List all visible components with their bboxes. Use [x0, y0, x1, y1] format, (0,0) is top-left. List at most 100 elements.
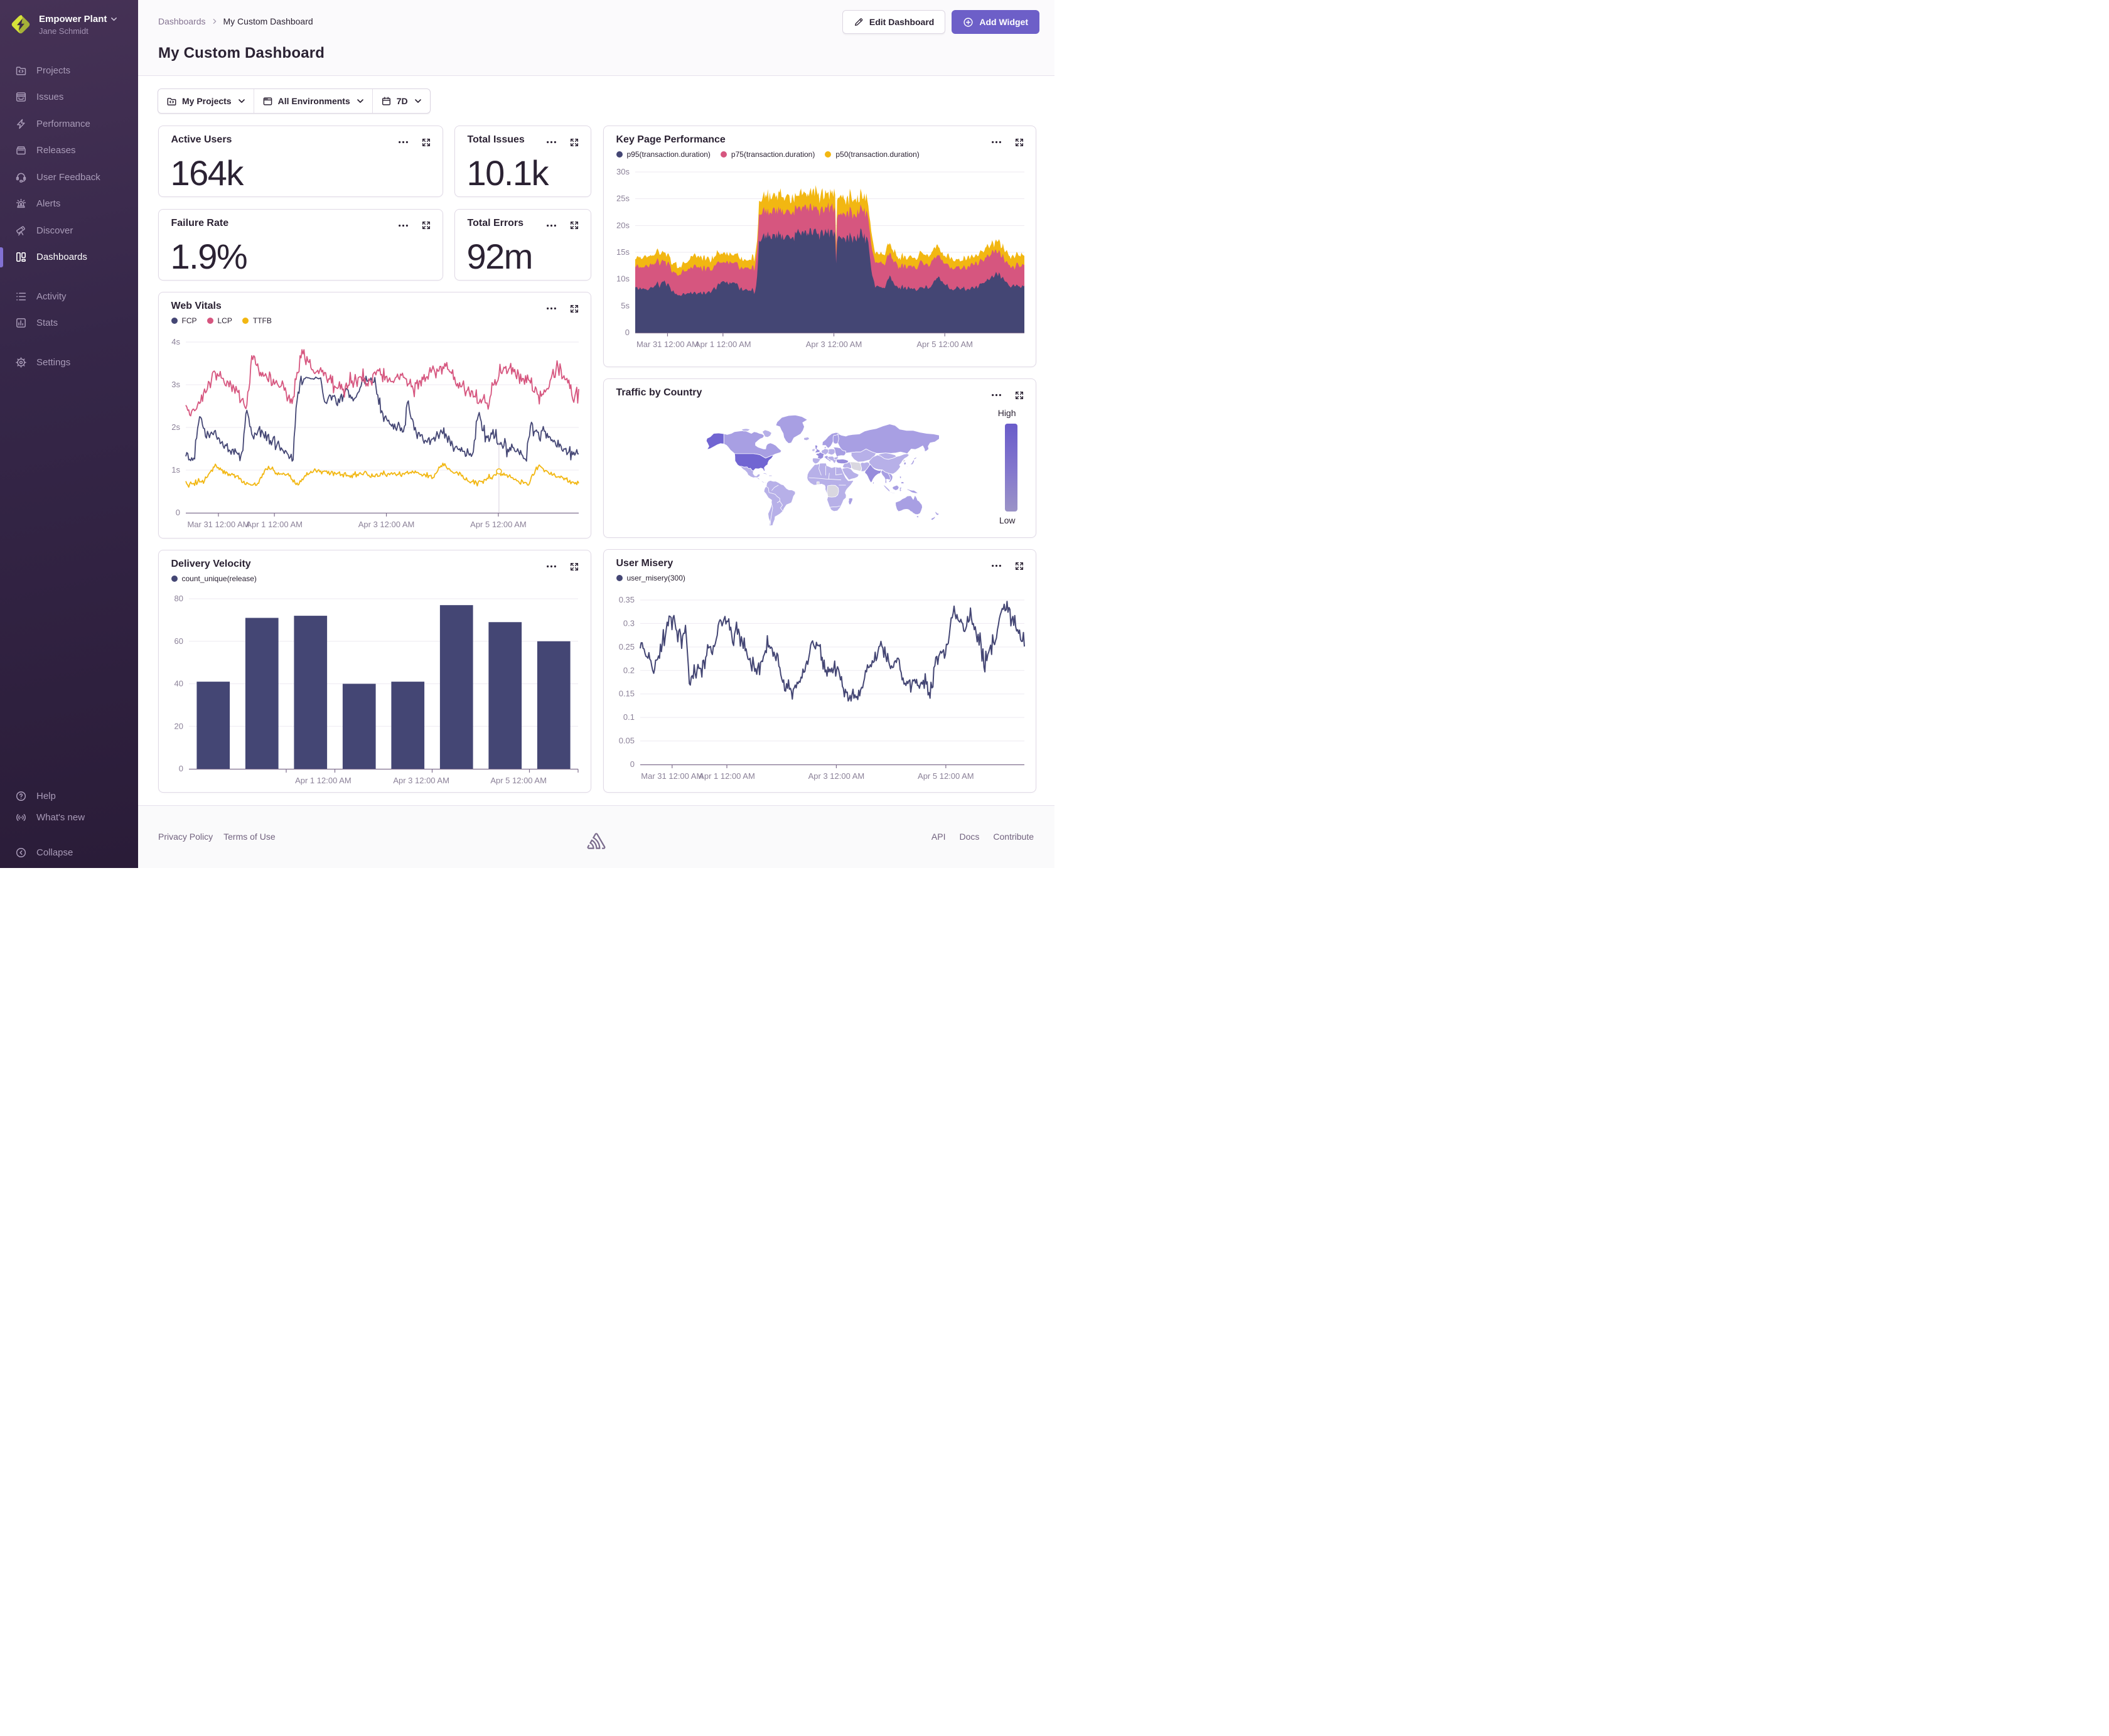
bar[interactable]	[245, 618, 279, 769]
line-series[interactable]	[185, 463, 579, 488]
map-region-madagascar[interactable]	[847, 497, 853, 505]
map-region-sri-lanka[interactable]	[872, 481, 874, 485]
map-region-sulawesi[interactable]	[899, 486, 903, 492]
sentry-logo[interactable]	[587, 833, 606, 849]
map-region-cuba[interactable]	[761, 473, 768, 475]
bar[interactable]	[390, 682, 424, 769]
map-region-south-korea[interactable]	[903, 461, 906, 466]
sidebar-item-performance[interactable]: Performance	[0, 110, 138, 137]
widget-expand-icon[interactable]	[1014, 390, 1024, 400]
map-region-central-europe[interactable]	[827, 448, 835, 456]
map-region-central-america[interactable]	[756, 477, 767, 483]
bar[interactable]	[488, 622, 522, 769]
widget-expand-icon[interactable]	[569, 220, 579, 230]
map-region-australia[interactable]	[894, 495, 923, 515]
map-region-japan-kyushu[interactable]	[905, 465, 908, 468]
bar[interactable]	[196, 682, 230, 769]
map-region-sumatra[interactable]	[883, 484, 891, 492]
sidebar-item-projects[interactable]: Projects	[0, 57, 138, 84]
widget-expand-icon[interactable]	[421, 220, 431, 230]
breadcrumb: Dashboards My Custom Dashboard	[158, 16, 313, 26]
map-region-hispaniola[interactable]	[768, 474, 773, 477]
widget-expand-icon[interactable]	[421, 137, 431, 147]
bar[interactable]	[439, 605, 473, 769]
line-series[interactable]	[639, 601, 1025, 702]
map-region-borneo[interactable]	[891, 485, 899, 491]
sidebar-item-issues[interactable]: Issues	[0, 84, 138, 111]
docs-link[interactable]: Docs	[960, 832, 980, 842]
map-region-ghana[interactable]	[816, 481, 820, 485]
map-region-japan-hokkaido[interactable]	[913, 457, 917, 460]
widget-menu-ellipsis-icon[interactable]	[545, 220, 557, 232]
sidebar-item-dashboards[interactable]: Dashboards	[0, 244, 138, 271]
map-region-victoria-is[interactable]	[741, 428, 750, 432]
map-region-central-africa[interactable]	[826, 485, 839, 498]
map-region-russia[interactable]	[837, 424, 940, 454]
line-series[interactable]	[185, 375, 579, 462]
widget-traffic-by-country[interactable]: Traffic by Country High Low	[603, 378, 1036, 538]
map-region-ireland[interactable]	[811, 448, 815, 452]
api-link[interactable]: API	[931, 832, 946, 842]
y-axis-label: 10s	[616, 274, 630, 284]
map-region-denmark[interactable]	[824, 446, 827, 449]
sidebar-item-activity[interactable]: Activity	[0, 283, 138, 310]
map-region-united-kingdom[interactable]	[814, 444, 820, 453]
add-widget-button[interactable]: Add Widget	[952, 10, 1039, 34]
y-axis-label: 80	[174, 594, 183, 603]
map-region-mindanao[interactable]	[900, 481, 904, 484]
contribute-link[interactable]: Contribute	[993, 832, 1034, 842]
terms-of-use-link[interactable]: Terms of Use	[223, 832, 275, 842]
widget-header: Total Errors	[468, 218, 579, 232]
map-legend-low-label: Low	[999, 515, 1016, 525]
breadcrumb-dashboards[interactable]: Dashboards	[158, 16, 206, 26]
sidebar-item-alerts[interactable]: Alerts	[0, 191, 138, 218]
sidebar-item-stats[interactable]: Stats	[0, 310, 138, 337]
sidebar-item-collapse[interactable]: Collapse	[0, 842, 138, 863]
widget-user-misery[interactable]: User Misery user_misery(300) 0 0.05 0.1 0.15…	[603, 549, 1036, 793]
map-region-greenland[interactable]	[775, 414, 808, 444]
x-axis-label: Apr 5 12:00 AM	[918, 771, 974, 781]
map-region-nz-north[interactable]	[935, 511, 940, 516]
widget-total-issues[interactable]: Total Issues 10.1k	[454, 126, 591, 197]
sidebar-item-releases[interactable]: Releases	[0, 137, 138, 164]
sidebar-item-user-feedback[interactable]: User Feedback	[0, 164, 138, 191]
widget-active-users[interactable]: Active Users 164k	[158, 126, 443, 197]
widget-menu-ellipsis-icon[interactable]	[397, 136, 409, 148]
bar[interactable]	[342, 683, 376, 769]
y-axis-label: 25s	[616, 194, 630, 203]
bar[interactable]	[537, 641, 571, 769]
sidebar-item-discover[interactable]: Discover	[0, 217, 138, 244]
sidebar-item-whats-new[interactable]: What's new	[0, 806, 138, 828]
widget-menu-ellipsis-icon[interactable]	[397, 220, 409, 232]
map-region-java[interactable]	[889, 491, 896, 494]
map-region-alaska[interactable]	[706, 432, 724, 450]
widget-menu-ellipsis-icon[interactable]	[545, 136, 557, 148]
map-region-iceland[interactable]	[803, 436, 810, 441]
map-region-luzon[interactable]	[899, 476, 901, 480]
widget-key-page-performance[interactable]: Key Page Performance p95(transaction.dur…	[603, 126, 1036, 367]
bar[interactable]	[293, 616, 327, 769]
y-axis-label: 0.25	[618, 642, 634, 651]
widget-toolbar	[545, 220, 579, 232]
widget-delivery-velocity[interactable]: Delivery Velocity count_unique(release) 0…	[158, 550, 591, 793]
org-switcher[interactable]: Empower Plant Jane Schmidt	[0, 0, 138, 36]
widget-header: Traffic by Country	[616, 387, 1024, 401]
widget-failure-rate[interactable]: Failure Rate 1.9%	[158, 208, 443, 281]
widget-title: Total Issues	[467, 134, 525, 145]
map-region-nz-south[interactable]	[930, 515, 936, 521]
privacy-policy-link[interactable]: Privacy Policy	[158, 832, 213, 842]
widget-menu-ellipsis-icon[interactable]	[990, 389, 1002, 401]
map-region-south-america[interactable]	[763, 480, 795, 527]
line-series[interactable]	[185, 349, 579, 417]
sidebar: Empower Plant Jane Schmidt Projects Issu…	[0, 0, 138, 868]
map-region-new-guinea[interactable]	[906, 488, 918, 494]
edit-dashboard-button[interactable]: Edit Dashboard	[842, 10, 946, 34]
widget-expand-icon[interactable]	[569, 137, 579, 147]
map-region-japan-honshu[interactable]	[906, 459, 915, 466]
sidebar-item-settings[interactable]: Settings	[0, 349, 138, 376]
sidebar-item-help[interactable]: Help	[0, 785, 138, 806]
widget-web-vitals[interactable]: Web Vitals FCP LCP TTFB 0 1s 2s 3s 4s Mar 31 12:…	[158, 292, 591, 538]
map-region-tasmania[interactable]	[916, 515, 919, 518]
widget-total-errors[interactable]: Total Errors 92m	[454, 208, 591, 281]
y-axis-label: 0.05	[618, 736, 634, 746]
